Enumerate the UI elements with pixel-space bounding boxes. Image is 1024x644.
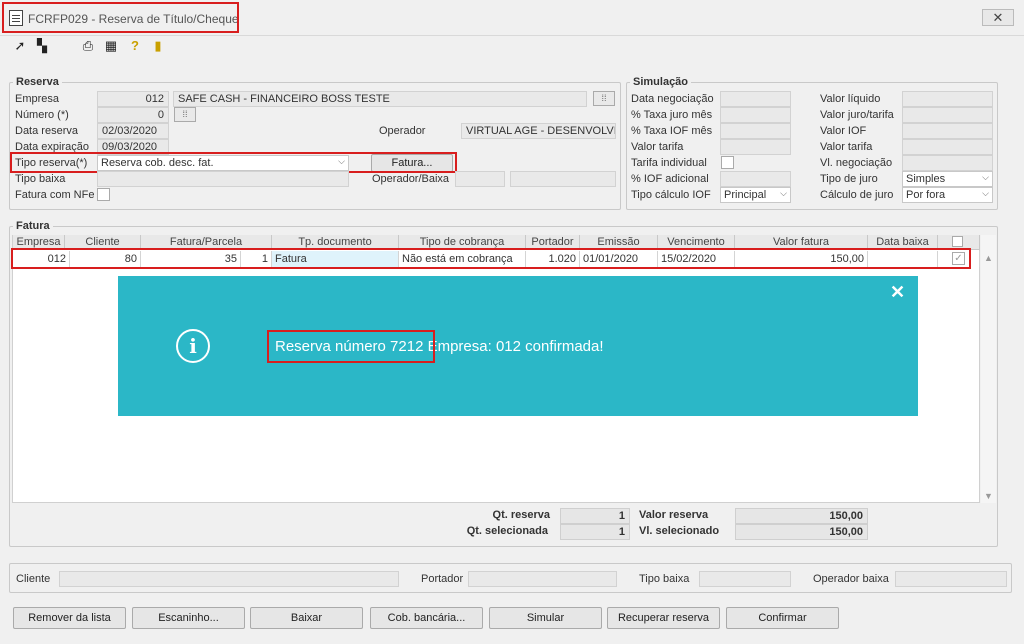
taxa-iof-field xyxy=(720,123,791,139)
valor-tarifa-label: Valor tarifa xyxy=(631,141,684,153)
empresa-label: Empresa xyxy=(15,93,60,105)
vl-selecionado-label: Vl. selecionado xyxy=(639,525,720,537)
operador-baixa-name-field xyxy=(510,171,616,187)
tipo-calculo-iof-label: Tipo cálculo IOF xyxy=(631,189,711,201)
layers-icon[interactable]: ▚ xyxy=(34,38,50,54)
baixar-button[interactable]: Baixar xyxy=(250,607,363,629)
calculo-juro-label: Cálculo de juro xyxy=(820,189,894,201)
simular-button[interactable]: Simular xyxy=(489,607,602,629)
confirmar-button[interactable]: Confirmar xyxy=(726,607,839,629)
tarifa-individual-checkbox[interactable] xyxy=(721,156,734,169)
qt-selecionada-label: Qt. selecionada xyxy=(466,525,548,537)
vl-selecionado-value: 150,00 xyxy=(735,524,868,540)
calculo-juro-value: Por fora xyxy=(906,189,946,201)
highlight-tipo-reserva xyxy=(10,152,457,173)
arrow-in-icon[interactable]: ➚ xyxy=(12,38,28,54)
highlight-reserva-numero xyxy=(267,330,435,363)
tipo-juro-label: Tipo de juro xyxy=(820,173,878,185)
cliente-label: Cliente xyxy=(16,573,51,585)
highlight-title xyxy=(2,2,239,33)
tipo-baixa-field xyxy=(97,171,349,187)
recuperar-reserva-button[interactable]: Recuperar reserva xyxy=(607,607,720,629)
numero-field[interactable]: 0 xyxy=(97,107,169,123)
taxa-iof-label: % Taxa IOF mês xyxy=(631,125,713,137)
chevron-down-icon: ⌵ xyxy=(780,188,787,198)
operador-field: VIRTUAL AGE - DESENVOLVIM xyxy=(461,123,616,139)
grid-scrollbar[interactable]: ▲ ▼ xyxy=(981,235,996,503)
valor-reserva-label: Valor reserva xyxy=(639,509,709,521)
valor-tarifa-right-field xyxy=(902,139,993,155)
tipo-calculo-iof-select[interactable]: Principal ⌵ xyxy=(720,187,791,203)
tarifa-individual-label: Tarifa individual xyxy=(631,157,707,169)
operador-baixa-label: Operador/Baixa xyxy=(372,173,450,185)
valor-liquido-field xyxy=(902,91,993,107)
tipo-juro-select[interactable]: Simples ⌵ xyxy=(902,171,993,187)
qt-reserva-label: Qt. reserva xyxy=(492,509,550,521)
vl-negociacao-label: Vl. negociação xyxy=(820,157,893,169)
valor-iof-field xyxy=(902,123,993,139)
scroll-down-icon[interactable]: ▼ xyxy=(984,491,993,501)
help-icon[interactable]: ? xyxy=(127,38,143,54)
empresa-name-field: SAFE CASH - FINANCEIRO BOSS TESTE xyxy=(173,91,587,107)
data-negociacao-label: Data negociação xyxy=(631,93,714,105)
calculator-icon[interactable]: ▦ xyxy=(103,38,119,54)
chevron-down-icon: ⌵ xyxy=(982,172,989,182)
operador-label: Operador xyxy=(379,125,426,137)
empresa-lookup-button[interactable]: ⁞⁞ xyxy=(593,91,615,106)
reserva-legend: Reserva xyxy=(13,76,62,88)
valor-tarifa-right-label: Valor tarifa xyxy=(820,141,873,153)
escaninho-button[interactable]: Escaninho... xyxy=(132,607,245,629)
printer-icon[interactable]: ⎙ xyxy=(80,38,96,54)
valor-iof-label: Valor IOF xyxy=(820,125,867,137)
close-window-button[interactable]: ✕ xyxy=(982,9,1014,26)
calculo-juro-select[interactable]: Por fora ⌵ xyxy=(902,187,993,203)
cob-bancaria-button[interactable]: Cob. bancária... xyxy=(370,607,483,629)
exit-door-icon[interactable]: ▮ xyxy=(150,38,166,54)
fatura-legend: Fatura xyxy=(13,220,53,232)
portador-field xyxy=(468,571,617,587)
footer-operador-baixa-field xyxy=(895,571,1007,587)
fatura-nfe-label: Fatura com NFe xyxy=(15,189,95,201)
scroll-up-icon[interactable]: ▲ xyxy=(984,253,993,263)
footer-tipo-baixa-field xyxy=(699,571,791,587)
vl-negociacao-field xyxy=(902,155,993,171)
chevron-down-icon: ⌵ xyxy=(982,188,989,198)
footer-operador-baixa-label: Operador baixa xyxy=(813,573,889,585)
data-reserva-label: Data reserva xyxy=(15,125,78,137)
select-all-checkbox[interactable] xyxy=(952,236,963,247)
cliente-field xyxy=(59,571,399,587)
qt-selecionada-value: 1 xyxy=(560,524,630,540)
valor-juro-tarifa-label: Valor juro/tarifa xyxy=(820,109,894,121)
data-negociacao-field xyxy=(720,91,791,107)
remover-da-lista-button[interactable]: Remover da lista xyxy=(13,607,126,629)
valor-juro-tarifa-field xyxy=(902,107,993,123)
tipo-baixa-label: Tipo baixa xyxy=(15,173,66,185)
highlight-row xyxy=(11,248,971,269)
valor-tarifa-field xyxy=(720,139,791,155)
numero-label: Número (*) xyxy=(15,109,69,121)
operador-baixa-code-field xyxy=(455,171,505,187)
valor-reserva-value: 150,00 xyxy=(735,508,868,524)
iof-adicional-field xyxy=(720,171,791,187)
footer-tipo-baixa-label: Tipo baixa xyxy=(639,573,690,585)
tipo-juro-value: Simples xyxy=(906,173,946,185)
numero-lookup-button[interactable]: ⁞⁞ xyxy=(174,107,196,122)
simulacao-legend: Simulação xyxy=(630,76,692,88)
portador-label: Portador xyxy=(421,573,464,585)
tipo-calculo-iof-value: Principal xyxy=(724,189,767,201)
info-icon: i xyxy=(176,329,210,363)
iof-adicional-label: % IOF adicional xyxy=(631,173,709,185)
taxa-juro-label: % Taxa juro mês xyxy=(631,109,713,121)
taxa-juro-field xyxy=(720,107,791,123)
toast-close-icon[interactable]: ✕ xyxy=(890,282,905,303)
qt-reserva-value: 1 xyxy=(560,508,630,524)
data-reserva-field[interactable]: 02/03/2020 xyxy=(97,123,169,139)
fatura-nfe-checkbox[interactable] xyxy=(97,188,110,201)
valor-liquido-label: Valor líquido xyxy=(820,93,881,105)
empresa-field[interactable]: 012 xyxy=(97,91,169,107)
toast-rest-text: Empresa: 012 confirmada! xyxy=(423,338,604,355)
